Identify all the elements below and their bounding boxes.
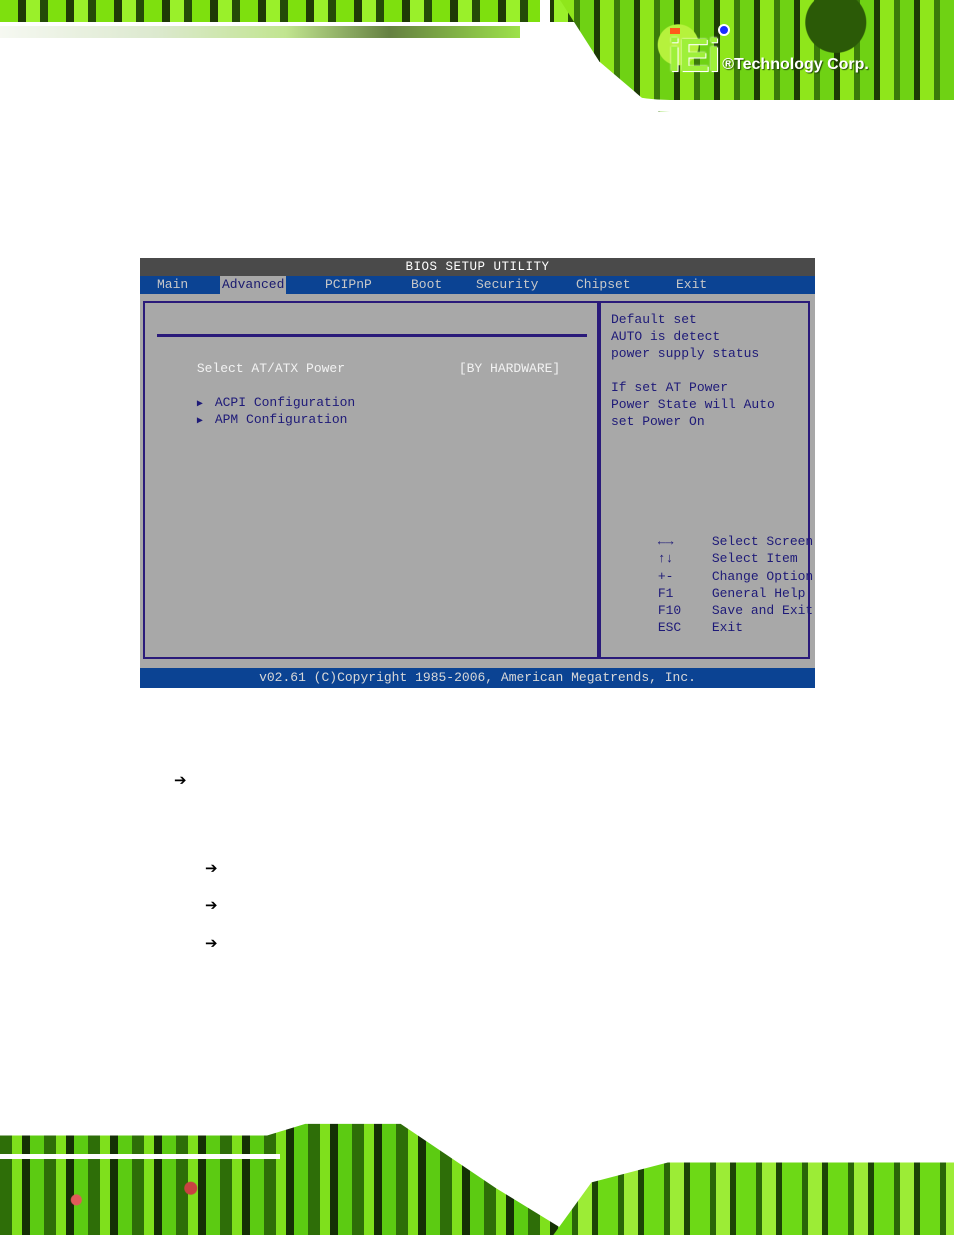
help-text-line: Default set bbox=[611, 312, 697, 327]
settings-panel: Select AT/ATX Power [BY HARDWARE] ▶ ACPI … bbox=[143, 301, 599, 659]
section-divider bbox=[157, 334, 587, 337]
key-action: Exit bbox=[711, 620, 744, 635]
help-text-line: Power State will Auto bbox=[611, 397, 775, 412]
help-panel: Default set AUTO is detect power supply … bbox=[599, 301, 813, 659]
key-legend-exit: ESC Exit bbox=[611, 602, 743, 653]
submenu-label: APM Configuration bbox=[214, 412, 348, 427]
bios-title-bar: BIOS SETUP UTILITY bbox=[140, 258, 815, 276]
decorative-swoosh bbox=[0, 1154, 280, 1159]
right-arrow-icon: ➔ bbox=[205, 896, 218, 914]
tab-main[interactable]: Main bbox=[155, 276, 190, 294]
key-label: ESC bbox=[657, 620, 682, 635]
tab-boot[interactable]: Boot bbox=[409, 276, 444, 294]
setting-label: Select AT/ATX Power bbox=[196, 361, 346, 376]
right-arrow-icon: ➔ bbox=[205, 934, 218, 952]
help-text-line: set Power On bbox=[611, 414, 705, 429]
bios-copyright-footer: v02.61 (C)Copyright 1985-2006, American … bbox=[140, 668, 815, 688]
logo-mark: iEi bbox=[668, 29, 720, 81]
submenu-triangle-icon: ▶ bbox=[196, 416, 203, 427]
setting-value-at-atx-power[interactable]: [BY HARDWARE] bbox=[412, 345, 560, 393]
help-text-line: power supply status bbox=[611, 346, 760, 361]
page-header-banner: iEi ®Technology Corp. bbox=[0, 0, 954, 112]
company-logo: iEi ®Technology Corp. bbox=[668, 24, 869, 81]
tab-chipset[interactable]: Chipset bbox=[574, 276, 633, 294]
right-arrow-icon: ➔ bbox=[174, 771, 187, 789]
setting-value: [BY HARDWARE] bbox=[458, 361, 561, 376]
bios-menu-bar: Main Advanced PCIPnP Boot Security Chips… bbox=[140, 276, 815, 294]
tab-pcipnp[interactable]: PCIPnP bbox=[323, 276, 374, 294]
logo-accent-bar bbox=[670, 28, 680, 34]
logo-dot-icon bbox=[718, 24, 730, 36]
tab-advanced[interactable]: Advanced bbox=[220, 276, 287, 294]
submenu-apm-configuration[interactable]: ▶ APM Configuration bbox=[150, 396, 348, 446]
tab-exit[interactable]: Exit bbox=[674, 276, 709, 294]
page-footer-banner bbox=[0, 1118, 954, 1235]
help-text-line: If set AT Power bbox=[611, 380, 729, 395]
right-arrow-icon: ➔ bbox=[205, 859, 218, 877]
bios-setup-screen: BIOS SETUP UTILITY Main Advanced PCIPnP … bbox=[140, 258, 815, 688]
circuit-board-strip bbox=[0, 26, 520, 38]
help-text-line: AUTO is detect bbox=[611, 329, 721, 344]
logo-tagline: ®Technology Corp. bbox=[722, 56, 869, 73]
tab-security[interactable]: Security bbox=[474, 276, 540, 294]
